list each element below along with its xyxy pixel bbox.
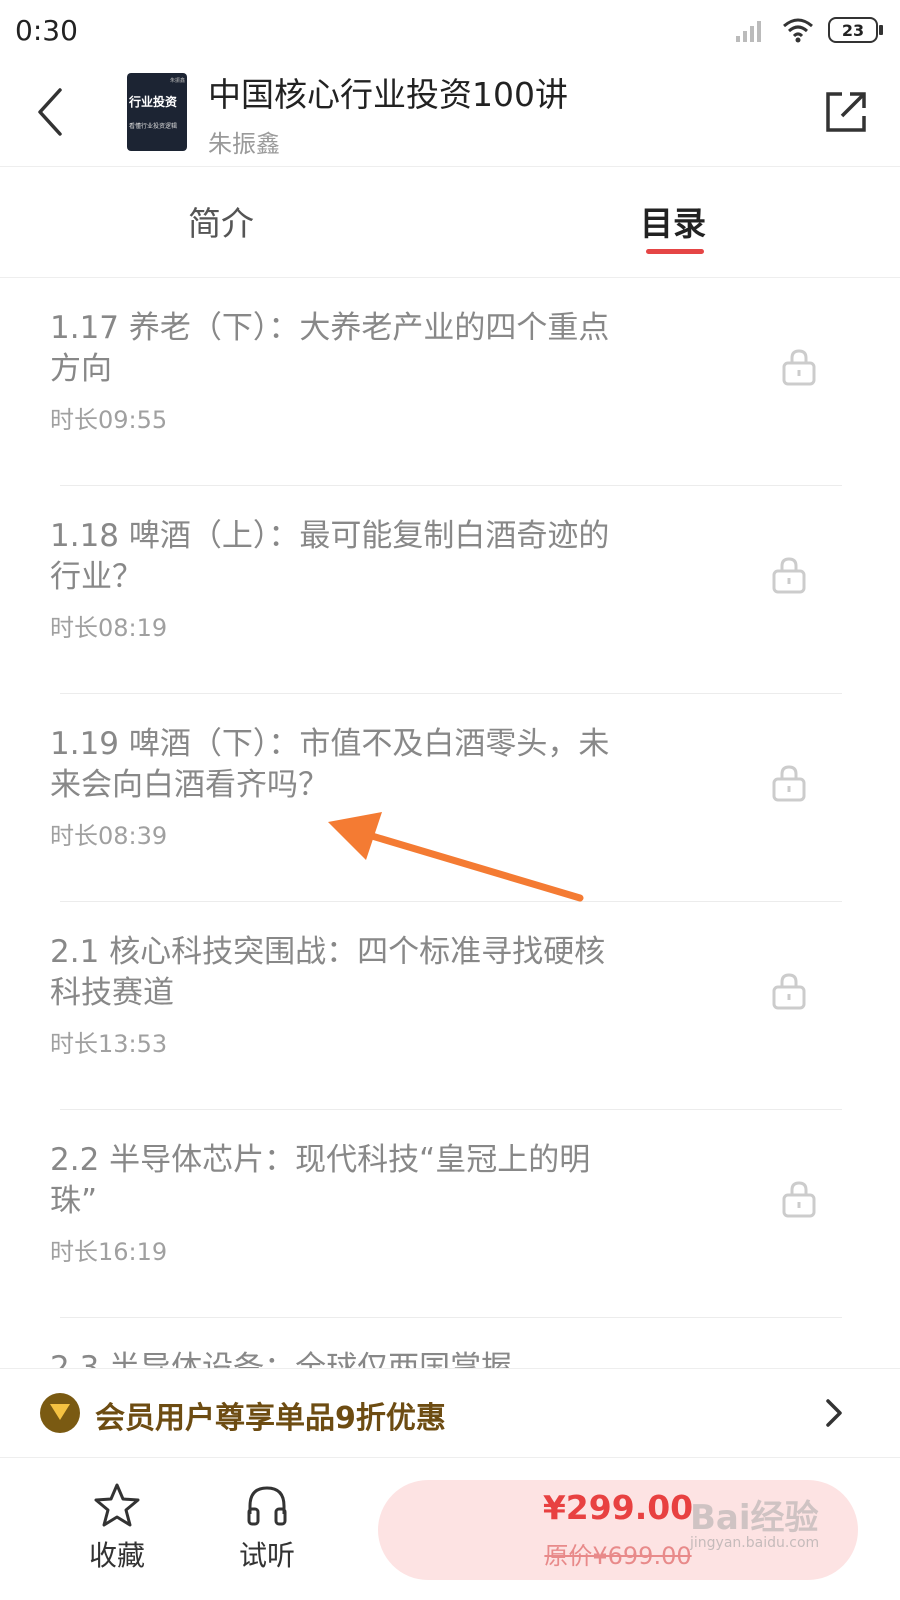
battery-indicator: 23 <box>828 17 883 43</box>
lock-icon <box>782 349 816 386</box>
watermark-url: jingyan.baidu.com <box>690 1535 820 1551</box>
watermark-logo: Bai经验 <box>690 1498 819 1538</box>
item-title: 2.2 半导体芯片：现代科技“皇冠上的明珠” <box>50 1142 591 1219</box>
item-duration: 时长16:19 <box>50 1238 168 1266</box>
status-bar: 0:30 23 <box>0 0 900 60</box>
item-duration: 时长13:53 <box>50 1030 168 1058</box>
tab-intro[interactable]: 简介 <box>188 197 254 245</box>
member-discount-banner[interactable]: 会员用户尊享单品9折优惠 <box>0 1368 900 1458</box>
item-duration: 时长09:55 <box>50 406 168 434</box>
list-item[interactable]: 2.1 核心科技突围战：四个标准寻找硬核科技赛道 时长13:53 <box>0 902 900 1110</box>
lock-icon <box>772 973 806 1010</box>
tab-catalog[interactable]: 目录 <box>640 197 706 245</box>
item-title: 1.17 养老（下）：大养老产业的四个重点方向 <box>50 310 610 387</box>
status-time: 0:30 <box>15 14 78 47</box>
vip-diamond-icon <box>40 1393 80 1433</box>
item-duration: 时长08:39 <box>50 822 168 850</box>
course-header: 朱振鑫 行业投资 看懂行业投资逻辑 中国核心行业投资100讲 朱振鑫 <box>0 60 900 167</box>
course-title: 中国核心行业投资100讲 <box>208 75 568 114</box>
member-discount-text: 会员用户尊享单品9折优惠 <box>95 1401 446 1436</box>
active-tab-indicator <box>646 249 704 254</box>
item-duration: 时长08:19 <box>50 614 168 642</box>
signal-icon <box>736 21 761 42</box>
trial-listen-button[interactable]: 试听 <box>222 1482 312 1574</box>
headphones-icon <box>247 1486 287 1526</box>
chevron-right-icon <box>826 1399 842 1427</box>
cover-author-mark: 朱振鑫 <box>169 78 185 84</box>
star-icon <box>94 1483 140 1527</box>
cover-subtitle: 看懂行业投资逻辑 <box>129 123 178 130</box>
item-title: 1.19 啤酒（下）：市值不及白酒零头，未来会向白酒看齐吗？ <box>50 726 610 803</box>
list-item[interactable]: 2.2 半导体芯片：现代科技“皇冠上的明珠” 时长16:19 <box>0 1110 900 1318</box>
item-title: 1.18 啤酒（上）：最可能复制白酒奇迹的行业？ <box>50 518 610 595</box>
lock-icon <box>772 765 806 802</box>
share-icon[interactable] <box>822 88 870 136</box>
list-item[interactable]: 2.3 半导体设备：全球仅两国掌握 <box>0 1318 900 1368</box>
cover-title: 行业投资 <box>129 95 178 109</box>
status-icons: 23 <box>734 14 883 46</box>
course-author: 朱振鑫 <box>208 130 280 158</box>
lock-icon <box>772 557 806 594</box>
list-item[interactable]: 1.18 啤酒（上）：最可能复制白酒奇迹的行业？ 时长08:19 <box>0 486 900 694</box>
catalog-list[interactable]: 1.17 养老（下）：大养老产业的四个重点方向 时长09:55 1.18 啤酒（… <box>0 278 900 1368</box>
course-cover-image: 朱振鑫 行业投资 看懂行业投资逻辑 <box>127 73 187 151</box>
item-title: 2.1 核心科技突围战：四个标准寻找硬核科技赛道 <box>50 934 606 1011</box>
tab-bar: 简介 目录 <box>0 167 900 278</box>
list-item[interactable]: 1.19 啤酒（下）：市值不及白酒零头，未来会向白酒看齐吗？ 时长08:39 <box>0 694 900 902</box>
favorite-label: 收藏 <box>88 1539 145 1572</box>
wifi-icon <box>783 18 813 43</box>
trial-listen-label: 试听 <box>238 1539 295 1572</box>
list-item[interactable]: 1.17 养老（下）：大养老产业的四个重点方向 时长09:55 <box>0 278 900 486</box>
back-arrow-icon[interactable] <box>30 82 76 142</box>
item-title: 2.3 半导体设备：全球仅两国掌握 <box>50 1350 513 1368</box>
lock-icon <box>782 1181 816 1218</box>
favorite-button[interactable]: 收藏 <box>72 1482 162 1574</box>
